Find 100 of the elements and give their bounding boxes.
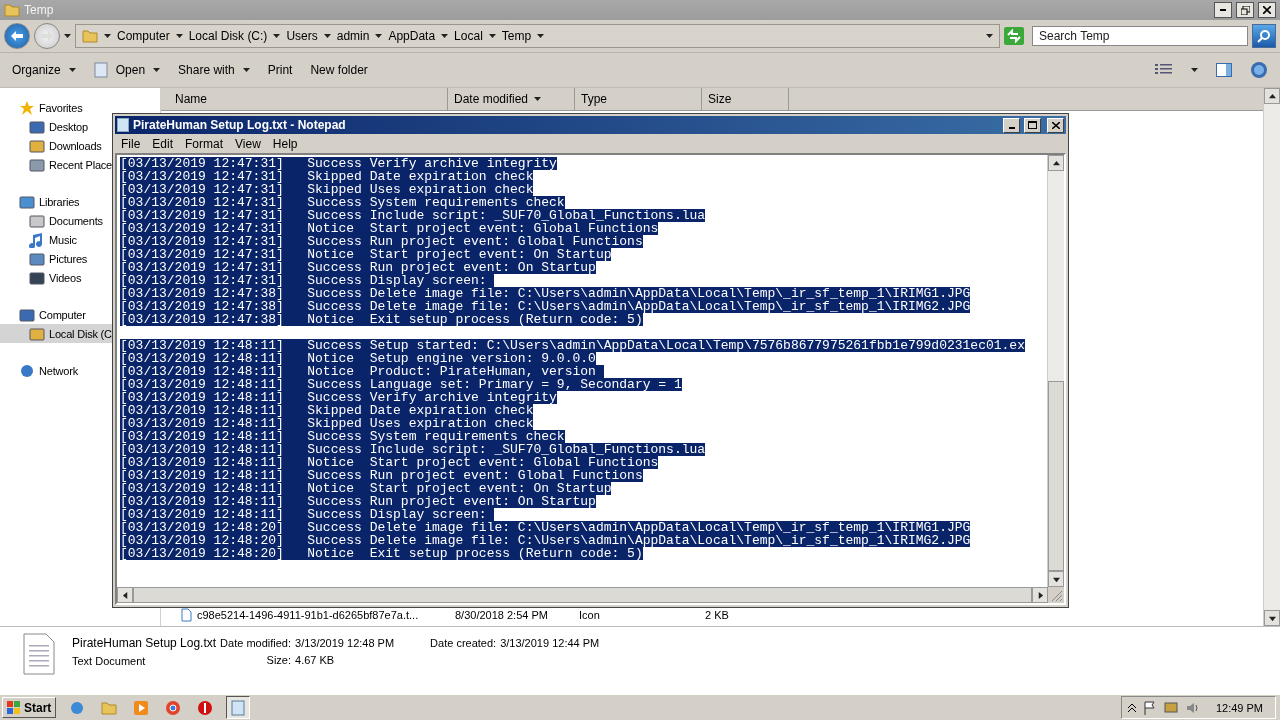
toolbar-button[interactable]: Organize [12,63,76,77]
breadcrumb[interactable]: Computer [117,29,170,43]
caret-icon [175,34,183,38]
restore-button[interactable] [1236,2,1254,18]
breadcrumb[interactable]: Local Disk (C:) [188,29,268,43]
caret-icon [68,68,76,72]
window-title: Temp [24,3,55,17]
breadcrumb[interactable]: admin [336,29,370,43]
back-arrow-icon [11,31,23,41]
table-cell-text: 2 KB [704,609,730,621]
sidebar-item[interactable]: Computer [0,305,87,324]
search-field[interactable]: Search Temp [1032,26,1248,46]
menu-item[interactable]: Edit [152,136,174,151]
sidebar-item[interactable]: Videos [0,268,83,287]
file-row[interactable]: c98e5214-1496-4911-91b1-d6265bf87e7a.t... 8/30/2018 2:54 PM Icon 2 KB [161,605,1263,625]
menu-item[interactable]: Help [272,136,298,151]
help-icon[interactable] [1250,61,1268,79]
caret-icon [986,34,993,38]
file-type: Text Document [72,655,147,667]
flag-icon[interactable] [1143,700,1156,715]
notepad-icon [117,118,129,132]
horizontal-scrollbar[interactable] [117,587,1064,603]
sidebar-item[interactable]: Documents [0,211,104,230]
resize-grip[interactable] [1048,587,1064,603]
column-header[interactable]: Name [161,88,448,110]
caret-icon [1191,68,1198,72]
sidebar-item[interactable]: Libraries [0,192,81,211]
history-caret-icon [64,34,71,38]
table-cell-text: 8/30/2018 2:54 PM [454,609,549,621]
preview-pane-icon[interactable] [1216,63,1232,77]
chevron-icon[interactable] [1127,703,1136,712]
search-button[interactable] [1252,24,1276,48]
sort-caret-icon [534,97,542,101]
grip-icon [1051,590,1063,602]
restore-icon [1240,5,1250,15]
maximize-icon [1028,121,1037,129]
windows-logo-icon [7,700,21,715]
notepad-icon[interactable] [226,696,251,719]
caret-icon [375,34,383,38]
caret-icon [537,34,545,38]
column-header[interactable]: Date modified [448,88,575,110]
menu-item[interactable]: View [235,136,261,151]
monitor-icon [29,118,45,135]
sidebar-item[interactable]: Local Disk (C [0,324,113,343]
close-icon [1263,6,1271,14]
scrollbar[interactable] [1263,88,1280,626]
star-icon [19,99,35,116]
file-name: PirateHuman Setup Log.txt [72,636,217,650]
sidebar-item[interactable]: Network [0,361,79,380]
menu-item[interactable]: Format [185,136,224,151]
sidebar-item[interactable]: Downloads [0,136,103,155]
start-button[interactable]: Start [2,697,57,718]
scrollbar[interactable] [1047,155,1064,587]
refresh-icon[interactable] [1004,27,1024,45]
breadcrumb[interactable]: Users [286,29,318,43]
arrow-icon [1052,159,1060,167]
column-header[interactable]: Size [702,88,789,110]
view-list-icon[interactable] [1155,63,1173,77]
breadcrumb[interactable]: Local [454,29,483,43]
breadcrumb[interactable]: AppData [388,29,436,43]
toolbar-button[interactable]: Open [93,62,161,78]
toolbar-button[interactable]: New folder [310,63,368,77]
toolbar-button[interactable]: Share with [178,63,250,77]
close-icon [1051,121,1060,129]
window-title: PirateHuman Setup Log.txt - Notepad [133,118,347,132]
minimize-icon [1220,9,1226,11]
detail-label: Date modified: [220,637,292,649]
sidebar-item[interactable]: Favorites [0,98,84,117]
address-bar[interactable]: Computer Local Disk (C:) Users admin AppData Local Temp [75,24,1000,48]
sidebar-item[interactable]: Recent Place [0,155,114,174]
caret-icon [242,68,250,72]
caret-icon [488,34,496,38]
back-button[interactable] [4,23,30,49]
breadcrumb[interactable]: Temp [501,29,532,43]
clock[interactable]: 12:49 PM [1215,701,1263,714]
forward-button[interactable] [34,23,60,49]
detail-value: 3/13/2019 12:44 PM [500,637,600,649]
minimize-button[interactable] [1214,2,1232,18]
globe-icon [19,362,35,379]
search-icon [1257,29,1271,43]
detail-value: 3/13/2019 12:48 PM [295,637,395,649]
column-header[interactable]: Type [575,88,702,110]
table-cell-text: Icon [578,609,601,621]
detail-label: Size: [265,654,292,666]
menu-item[interactable]: File [121,136,141,151]
caret-icon [153,68,161,72]
file-name: c98e5214-1496-4911-91b1-d6265bf87e7a.t... [161,608,451,622]
caret-icon [323,34,331,38]
arrow-icon [121,591,129,599]
speaker-icon[interactable] [1185,700,1200,715]
sidebar-item[interactable]: Music [0,230,78,249]
sidebar-item[interactable]: Pictures [0,249,89,268]
close-button[interactable] [1258,2,1276,18]
toolbar-button[interactable]: Print [267,63,293,77]
caret-icon [104,34,111,38]
maximize-button[interactable] [1024,117,1041,133]
arrow-icon [1268,614,1276,622]
sidebar-item[interactable]: Desktop [0,117,89,136]
arrow-icon [1268,92,1276,100]
music-note-icon [29,231,45,248]
